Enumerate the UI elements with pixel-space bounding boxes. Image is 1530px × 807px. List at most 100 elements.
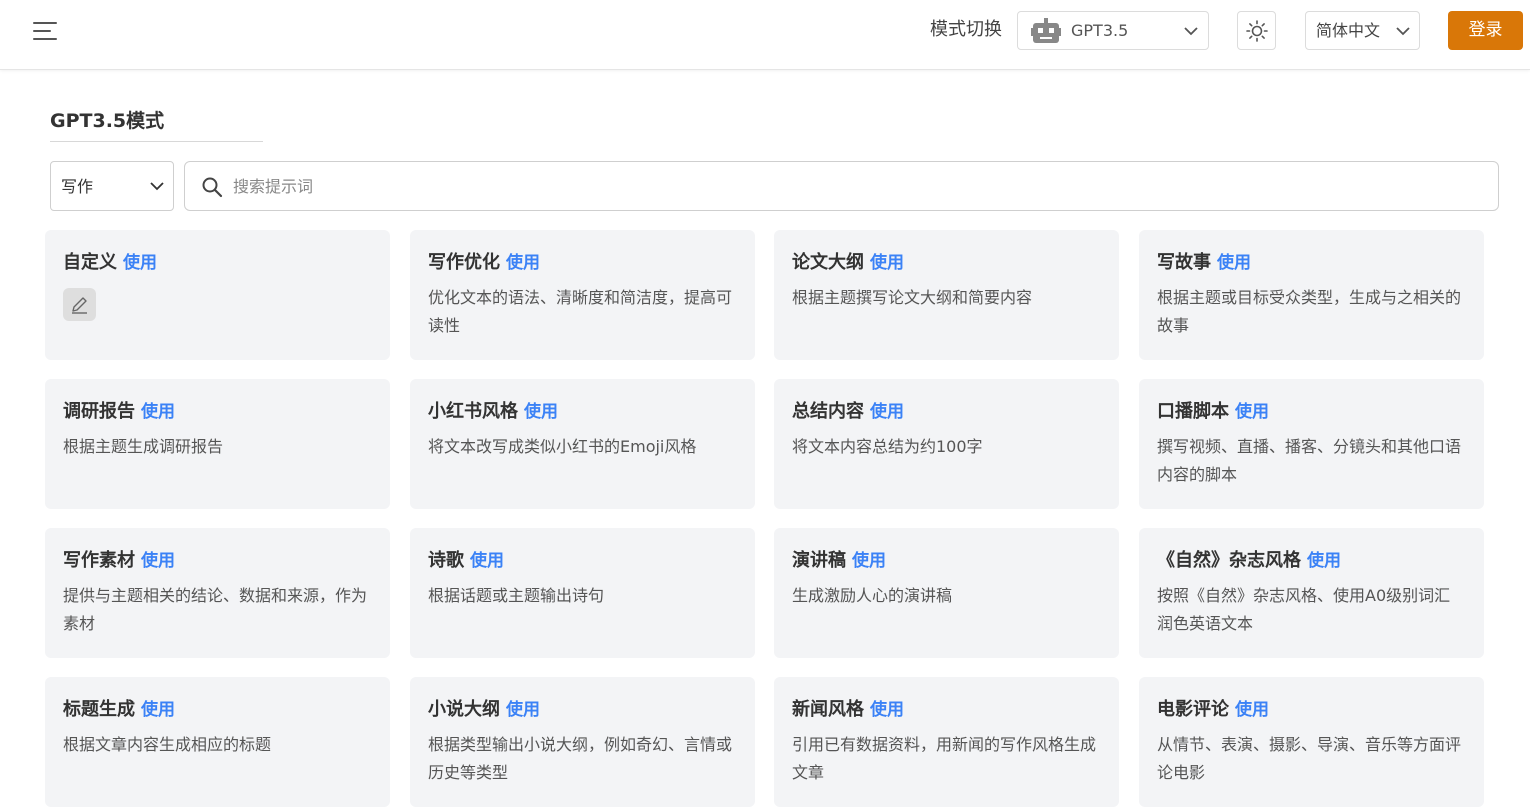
- language-select[interactable]: 简体中文: [1305, 11, 1420, 50]
- card-title: 诗歌: [428, 550, 464, 571]
- card-title-line: 写作素材 使用: [63, 548, 372, 574]
- use-link[interactable]: 使用: [524, 402, 558, 422]
- card-title: 电影评论: [1157, 699, 1229, 720]
- card-title: 《自然》杂志风格: [1157, 550, 1301, 571]
- mode-switch-label: 模式切换: [930, 19, 1002, 40]
- prompt-card[interactable]: 标题生成 使用根据文章内容生成相应的标题: [45, 677, 390, 807]
- model-select-value: GPT3.5: [1071, 21, 1129, 40]
- card-description: 优化文本的语法、清晰度和简洁度，提高可读性: [428, 288, 733, 335]
- search-icon: [202, 177, 223, 198]
- card-title-line: 标题生成 使用: [63, 697, 372, 723]
- card-title-line: 小说大纲 使用: [428, 697, 737, 723]
- chevron-down-icon: [1184, 27, 1198, 36]
- use-link[interactable]: 使用: [1217, 253, 1251, 273]
- card-description: 从情节、表演、摄影、导演、音乐等方面评论电影: [1157, 735, 1462, 782]
- card-title: 写作优化: [428, 252, 500, 273]
- prompt-card[interactable]: 写作优化 使用优化文本的语法、清晰度和简洁度，提高可读性: [410, 230, 755, 360]
- card-title-line: 小红书风格 使用: [428, 399, 737, 425]
- card-title: 小红书风格: [428, 401, 518, 422]
- card-title-line: 演讲稿 使用: [792, 548, 1101, 574]
- card-description: 根据文章内容生成相应的标题: [63, 735, 272, 754]
- category-select[interactable]: 写作: [50, 161, 174, 211]
- prompt-card[interactable]: 调研报告 使用根据主题生成调研报告: [45, 379, 390, 509]
- card-title-line: 口播脚本 使用: [1157, 399, 1466, 425]
- use-link[interactable]: 使用: [852, 551, 886, 571]
- card-description: 将文本改写成类似小红书的Emoji风格: [428, 437, 697, 456]
- use-link[interactable]: 使用: [506, 253, 540, 273]
- edit-icon[interactable]: [63, 288, 96, 321]
- login-button[interactable]: 登录: [1448, 11, 1523, 50]
- card-title: 口播脚本: [1157, 401, 1229, 422]
- search-input[interactable]: [233, 172, 1473, 200]
- card-description: 提供与主题相关的结论、数据和来源，作为素材: [63, 586, 368, 633]
- card-title-line: 《自然》杂志风格 使用: [1157, 548, 1466, 574]
- card-description: 根据主题或目标受众类型，生成与之相关的故事: [1157, 288, 1462, 335]
- card-description: 根据话题或主题输出诗句: [428, 586, 605, 605]
- card-title: 写作素材: [63, 550, 135, 571]
- use-link[interactable]: 使用: [506, 700, 540, 720]
- prompt-card[interactable]: 诗歌 使用根据话题或主题输出诗句: [410, 528, 755, 658]
- prompt-card[interactable]: 新闻风格 使用引用已有数据资料，用新闻的写作风格生成文章: [774, 677, 1119, 807]
- search-box: [184, 161, 1499, 211]
- card-title-line: 写作优化 使用: [428, 250, 737, 276]
- page-title: GPT3.5模式: [50, 108, 263, 142]
- sun-icon: [1246, 20, 1268, 42]
- card-description: 按照《自然》杂志风格、使用A0级别词汇润色英语文本: [1157, 586, 1451, 633]
- theme-toggle-button[interactable]: [1237, 11, 1276, 50]
- prompt-card[interactable]: 写故事 使用根据主题或目标受众类型，生成与之相关的故事: [1139, 230, 1484, 360]
- use-link[interactable]: 使用: [141, 700, 175, 720]
- card-title-line: 总结内容 使用: [792, 399, 1101, 425]
- menu-icon-line: [33, 30, 51, 32]
- card-title-line: 新闻风格 使用: [792, 697, 1101, 723]
- prompt-card[interactable]: 自定义 使用: [45, 230, 390, 360]
- menu-icon-line: [33, 22, 57, 24]
- use-link[interactable]: 使用: [470, 551, 504, 571]
- card-title: 调研报告: [63, 401, 135, 422]
- prompt-card[interactable]: 口播脚本 使用撰写视频、直播、播客、分镜头和其他口语内容的脚本: [1139, 379, 1484, 509]
- top-header: 模式切换 GPT3.5 简体中文 登录: [0, 0, 1530, 70]
- card-title-line: 论文大纲 使用: [792, 250, 1101, 276]
- chevron-down-icon: [150, 182, 164, 191]
- prompt-card[interactable]: 演讲稿 使用生成激励人心的演讲稿: [774, 528, 1119, 658]
- chevron-down-icon: [1396, 27, 1410, 36]
- card-description: 生成激励人心的演讲稿: [792, 586, 953, 605]
- card-title: 总结内容: [792, 401, 864, 422]
- card-title: 自定义: [63, 252, 117, 273]
- card-description: 根据主题撰写论文大纲和简要内容: [792, 288, 1033, 307]
- use-link[interactable]: 使用: [141, 551, 175, 571]
- prompt-card[interactable]: 小红书风格 使用将文本改写成类似小红书的Emoji风格: [410, 379, 755, 509]
- card-title-line: 自定义 使用: [63, 250, 372, 276]
- card-title: 标题生成: [63, 699, 135, 720]
- use-link[interactable]: 使用: [1307, 551, 1341, 571]
- use-link[interactable]: 使用: [870, 402, 904, 422]
- prompt-card[interactable]: 《自然》杂志风格 使用按照《自然》杂志风格、使用A0级别词汇润色英语文本: [1139, 528, 1484, 658]
- card-title-line: 电影评论 使用: [1157, 697, 1466, 723]
- card-title-line: 写故事 使用: [1157, 250, 1466, 276]
- use-link[interactable]: 使用: [123, 253, 157, 273]
- card-description: 撰写视频、直播、播客、分镜头和其他口语内容的脚本: [1157, 437, 1462, 484]
- use-link[interactable]: 使用: [1235, 402, 1269, 422]
- card-description: 引用已有数据资料，用新闻的写作风格生成文章: [792, 735, 1097, 782]
- use-link[interactable]: 使用: [141, 402, 175, 422]
- category-select-value: 写作: [61, 177, 94, 196]
- prompt-card[interactable]: 电影评论 使用从情节、表演、摄影、导演、音乐等方面评论电影: [1139, 677, 1484, 807]
- prompt-card[interactable]: 论文大纲 使用根据主题撰写论文大纲和简要内容: [774, 230, 1119, 360]
- card-description: 根据主题生成调研报告: [63, 437, 224, 456]
- card-title-line: 诗歌 使用: [428, 548, 737, 574]
- use-link[interactable]: 使用: [870, 253, 904, 273]
- prompt-card[interactable]: 总结内容 使用 将文本内容总结为约100字: [774, 379, 1119, 509]
- prompt-card[interactable]: 小说大纲 使用根据类型输出小说大纲，例如奇幻、言情或历史等类型: [410, 677, 755, 807]
- prompt-card[interactable]: 写作素材 使用提供与主题相关的结论、数据和来源，作为素材: [45, 528, 390, 658]
- card-title: 演讲稿: [792, 550, 846, 571]
- card-title-line: 调研报告 使用: [63, 399, 372, 425]
- use-link[interactable]: 使用: [870, 700, 904, 720]
- card-title: 写故事: [1157, 252, 1211, 273]
- use-link[interactable]: 使用: [1235, 700, 1269, 720]
- language-select-value: 简体中文: [1316, 21, 1381, 40]
- robot-icon: [1031, 18, 1061, 43]
- menu-icon-line: [33, 38, 57, 40]
- model-select[interactable]: GPT3.5: [1017, 11, 1209, 50]
- menu-toggle-button[interactable]: [30, 18, 60, 44]
- card-title: 新闻风格: [792, 699, 864, 720]
- card-description: 根据类型输出小说大纲，例如奇幻、言情或历史等类型: [428, 735, 733, 782]
